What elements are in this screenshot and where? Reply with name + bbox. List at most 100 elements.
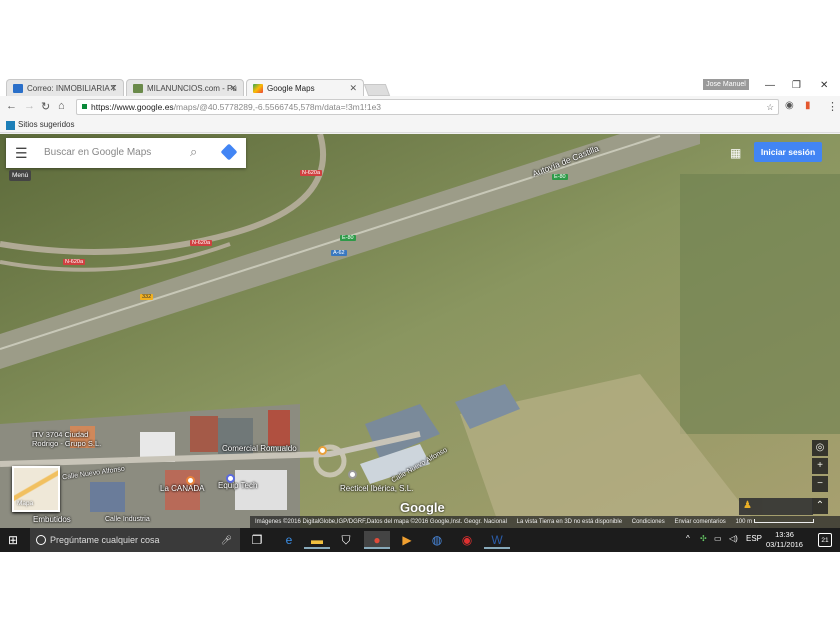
google-logo: Google — [400, 500, 445, 515]
pegman-icon[interactable]: ♟ — [743, 500, 752, 511]
edge-icon[interactable]: e — [276, 531, 302, 549]
notifications-button[interactable]: 21 — [818, 533, 832, 547]
close-window-icon[interactable]: ✕ — [820, 80, 828, 91]
bookmarks-bar: Sitios sugeridos — [0, 118, 840, 133]
close-tab-icon[interactable]: ✕ — [349, 83, 357, 94]
poi-label[interactable]: Equip Tech — [218, 481, 257, 490]
profile-button[interactable]: Jose Manuel — [703, 79, 749, 90]
search-input[interactable]: Buscar en Google Maps — [44, 147, 151, 158]
poi-marker[interactable] — [226, 474, 235, 483]
forward-icon[interactable]: → — [24, 100, 35, 112]
home-icon[interactable]: ⌂ — [58, 100, 65, 112]
tab-google-maps[interactable]: Google Maps ✕ — [246, 79, 364, 96]
search-box: ☰ Buscar en Google Maps ⌕ — [6, 138, 246, 168]
zoom-out-button[interactable]: − — [812, 476, 828, 492]
browser-window: Correo: INMOBILIARIA T ✕ MILANUNCIOS.com … — [0, 76, 840, 552]
search-icon[interactable]: ⌕ — [190, 144, 197, 160]
google-earth-icon[interactable]: ◍ — [424, 531, 450, 549]
poi-label[interactable]: Recticel Ibérica, S.L. — [340, 484, 413, 493]
tray-chevron-icon[interactable]: ^ — [686, 534, 690, 543]
restore-icon[interactable]: ❐ — [792, 80, 801, 91]
date: 03/11/2016 — [766, 540, 803, 549]
chrome-menu-icon[interactable]: ⋮ — [827, 100, 838, 113]
map-type-label: Mapa — [17, 500, 34, 507]
menu-tooltip: Menú — [9, 170, 32, 181]
satellite-map[interactable]: ☰ Buscar en Google Maps ⌕ Menú ▦ Iniciar… — [0, 134, 840, 528]
road-shield: N-620a — [300, 170, 323, 176]
poi-marker[interactable] — [186, 476, 195, 485]
feedback-link[interactable]: Enviar comentarios — [674, 519, 725, 525]
extension-icon[interactable]: ◉ — [785, 100, 794, 111]
volume-icon[interactable]: ◁) — [729, 534, 738, 543]
scale-bar — [754, 519, 815, 524]
road-shield: N-620a — [190, 240, 213, 246]
tab-milanuncios[interactable]: MILANUNCIOS.com - Pu ✕ — [126, 79, 244, 96]
bing-icon — [6, 121, 15, 130]
tab-bar: Correo: INMOBILIARIA T ✕ MILANUNCIOS.com … — [0, 76, 840, 96]
street-view-bar[interactable]: ♟ — [739, 498, 813, 515]
app-icon[interactable]: ◉ — [454, 531, 480, 549]
clock[interactable]: 13:36 03/11/2016 — [766, 530, 803, 550]
road-shield: A-62 — [331, 250, 347, 256]
toolbar: ← → ↻ ⌂ https://www.google.es/maps/@40.5… — [0, 96, 840, 118]
poi-marker[interactable] — [348, 470, 357, 479]
back-icon[interactable]: ← — [6, 100, 17, 112]
tab-label: MILANUNCIOS.com - Pu — [147, 84, 237, 93]
language-indicator[interactable]: ESP — [746, 534, 762, 543]
imagery-credit: Imágenes ©2016 DigitalGlobe,IGP/DGRF,Dat… — [255, 519, 507, 525]
my-location-icon[interactable]: ◎ — [812, 440, 828, 456]
chrome-icon[interactable]: ● — [364, 531, 390, 549]
lock-icon — [82, 104, 87, 109]
terms-link[interactable]: Condiciones — [632, 519, 665, 525]
attribution-bar: Imágenes ©2016 DigitalGlobe,IGP/DGRF,Dat… — [250, 516, 840, 528]
tab-correo[interactable]: Correo: INMOBILIARIA T ✕ — [6, 79, 124, 96]
media-player-icon[interactable]: ▶ — [394, 531, 420, 549]
tray-app-icon[interactable]: ✣ — [700, 534, 707, 543]
address-bar[interactable]: https://www.google.es/maps/@40.5778289,-… — [76, 99, 779, 115]
close-tab-icon[interactable]: ✕ — [229, 83, 237, 94]
windows-start-icon[interactable]: ⊞ — [8, 533, 18, 547]
apps-grid-icon[interactable]: ▦ — [730, 146, 741, 160]
task-view-icon[interactable]: ❐ — [244, 531, 270, 549]
outlook-icon — [13, 84, 23, 93]
poi-label[interactable]: Comercial Romualdo — [222, 444, 297, 453]
reload-icon[interactable]: ↻ — [41, 100, 50, 113]
map-type-toggle[interactable]: Mapa — [12, 466, 60, 512]
signin-button[interactable]: Iniciar sesión — [754, 142, 822, 162]
poi-label[interactable]: La CANADA — [160, 484, 204, 493]
tab-label: Google Maps — [267, 84, 315, 93]
windows-taskbar: ⊞ Pregúntame cualquier cosa 🎤︎ ❐ e ▬ ⛉ ● … — [0, 528, 840, 552]
cortana-icon — [36, 535, 46, 545]
expand-icon[interactable]: ⌃ — [812, 498, 828, 514]
3d-unavailable-note: La vista Tierra en 3D no está disponible — [516, 519, 623, 525]
directions-icon[interactable] — [220, 143, 238, 161]
road-shield: 332 — [140, 294, 154, 300]
microphone-icon[interactable]: 🎤︎ — [221, 528, 232, 552]
bookmark-sitios-sugeridos[interactable]: Sitios sugeridos — [18, 120, 74, 129]
google-maps-icon — [253, 84, 263, 93]
close-tab-icon[interactable]: ✕ — [109, 83, 117, 94]
cortana-placeholder: Pregúntame cualquier cosa — [50, 535, 160, 545]
poi-label[interactable]: ITV 3704 Ciudad Rodrigo - Grupo S.L. — [32, 430, 102, 448]
store-icon[interactable]: ⛉ — [333, 531, 359, 549]
scale-label[interactable]: 100 m — [735, 519, 752, 525]
network-icon[interactable]: ▭ — [714, 534, 722, 543]
url-path: /maps/@40.5778289,-6.5566745,578m/data=!… — [173, 102, 382, 112]
menu-icon[interactable]: ☰ — [15, 146, 28, 160]
poi-marker[interactable] — [318, 446, 327, 455]
poi-label[interactable]: Embutidos — [33, 515, 71, 524]
road-shield: E-80 — [552, 174, 568, 180]
cortana-search[interactable]: Pregúntame cualquier cosa 🎤︎ — [30, 528, 240, 552]
time: 13:36 — [775, 530, 794, 539]
word-icon[interactable]: W — [484, 531, 510, 549]
minimize-icon[interactable]: — — [765, 80, 775, 91]
office-icon[interactable]: ▮ — [805, 100, 811, 111]
milanuncios-icon — [133, 84, 143, 93]
file-explorer-icon[interactable]: ▬ — [304, 531, 330, 549]
street-label: Calle Industria — [105, 516, 150, 523]
zoom-in-button[interactable]: + — [812, 458, 828, 474]
tab-label: Correo: INMOBILIARIA T — [27, 84, 117, 93]
star-icon[interactable]: ☆ — [766, 100, 774, 114]
road-shield: N-620a — [63, 259, 86, 265]
new-tab-button[interactable] — [363, 84, 391, 96]
